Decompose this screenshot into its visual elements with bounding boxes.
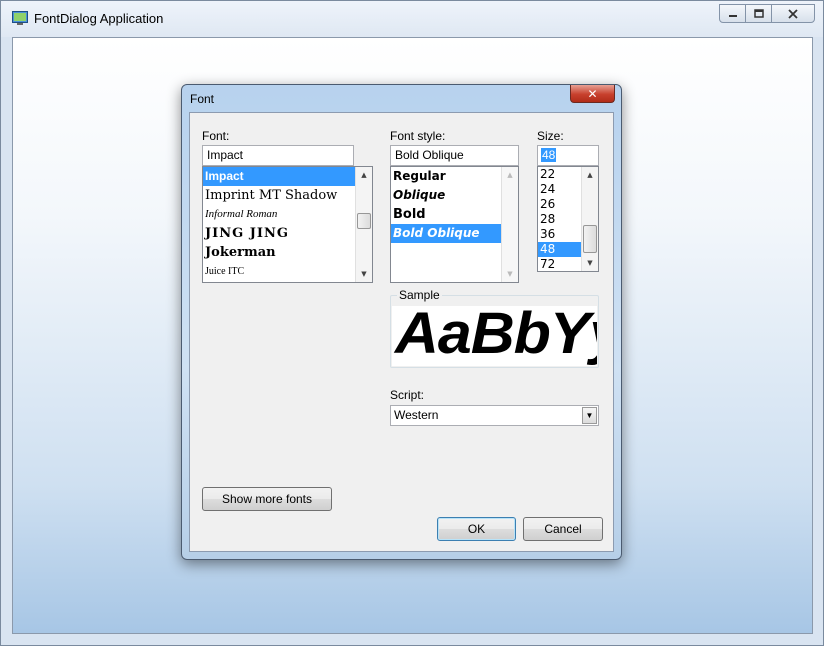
scroll-thumb[interactable] bbox=[583, 225, 597, 253]
ok-button[interactable]: OK bbox=[437, 517, 516, 541]
size-list[interactable]: 22 24 26 28 36 48 72 ▲ ▼ bbox=[537, 166, 599, 272]
maximize-icon[interactable] bbox=[745, 4, 772, 23]
cancel-button[interactable]: Cancel bbox=[523, 517, 603, 541]
dialog-title: Font bbox=[190, 92, 215, 106]
scroll-down-icon[interactable]: ▼ bbox=[356, 266, 372, 282]
close-icon: ✕ bbox=[587, 86, 598, 101]
sample-preview: AaBbYyZz bbox=[392, 306, 597, 366]
chevron-down-icon[interactable]: ▼ bbox=[582, 407, 597, 424]
size-input[interactable]: 48 bbox=[537, 145, 599, 166]
dialog-close-button[interactable]: ✕ bbox=[570, 85, 615, 103]
font-style-input[interactable]: Bold Oblique bbox=[390, 145, 519, 166]
font-style-label: Font style: bbox=[390, 129, 446, 143]
font-dialog: Font ✕ Font: Impact Impact Imprint MT Sh… bbox=[181, 84, 622, 560]
scroll-up-icon[interactable]: ▲ bbox=[356, 167, 372, 183]
size-list-scrollbar[interactable]: ▲ ▼ bbox=[581, 167, 598, 271]
font-list-item[interactable]: Impact bbox=[203, 167, 372, 186]
font-list-item[interactable]: Juice ITC bbox=[203, 262, 372, 281]
font-list-item[interactable]: Imprint MT Shadow bbox=[203, 186, 372, 205]
size-list-item[interactable]: 24 bbox=[538, 182, 582, 197]
sample-group: Sample AaBbYyZz bbox=[390, 288, 599, 368]
font-list-scrollbar[interactable]: ▲ ▼ bbox=[355, 167, 372, 282]
app-titlebar[interactable]: FontDialog Application bbox=[1, 1, 823, 37]
caption-buttons bbox=[719, 4, 815, 23]
font-list-item[interactable]: Informal Roman bbox=[203, 205, 372, 224]
font-style-item[interactable]: Oblique bbox=[391, 186, 502, 205]
font-list[interactable]: Impact Imprint MT Shadow Informal Roman … bbox=[202, 166, 373, 283]
app-title: FontDialog Application bbox=[34, 11, 164, 26]
size-list-item[interactable]: 36 bbox=[538, 227, 582, 242]
font-list-item[interactable]: Jokerman bbox=[203, 243, 372, 262]
scroll-down-icon[interactable]: ▼ bbox=[582, 255, 598, 271]
sample-label: Sample bbox=[397, 288, 442, 302]
minimize-icon[interactable] bbox=[719, 4, 746, 23]
script-select[interactable]: Western ▼ bbox=[390, 405, 599, 426]
dialog-body: Font: Impact Impact Imprint MT Shadow In… bbox=[189, 112, 614, 552]
close-icon[interactable] bbox=[771, 4, 815, 23]
font-list-item[interactable]: JING JING bbox=[203, 224, 372, 243]
show-more-fonts-button[interactable]: Show more fonts bbox=[202, 487, 332, 511]
size-list-item[interactable]: 28 bbox=[538, 212, 582, 227]
app-window-icon bbox=[12, 11, 28, 25]
font-label: Font: bbox=[202, 129, 230, 143]
font-style-list[interactable]: Regular Oblique Bold Bold Oblique ▲ ▼ bbox=[390, 166, 519, 283]
font-style-item[interactable]: Bold Oblique bbox=[391, 224, 502, 243]
font-style-scrollbar: ▲ ▼ bbox=[501, 167, 518, 282]
size-list-item[interactable]: 48 bbox=[538, 242, 582, 257]
script-select-value: Western bbox=[394, 408, 439, 422]
script-label: Script: bbox=[390, 388, 425, 402]
scroll-up-icon[interactable]: ▲ bbox=[582, 167, 598, 183]
size-list-item[interactable]: 72 bbox=[538, 257, 582, 271]
scroll-thumb[interactable] bbox=[357, 213, 371, 229]
size-list-item[interactable]: 26 bbox=[538, 197, 582, 212]
size-label: Size: bbox=[537, 129, 564, 143]
scroll-up-icon: ▲ bbox=[507, 171, 513, 179]
size-input-value: 48 bbox=[541, 148, 557, 162]
font-style-item[interactable]: Regular bbox=[391, 167, 502, 186]
font-name-input[interactable]: Impact bbox=[202, 145, 354, 166]
font-style-item[interactable]: Bold bbox=[391, 205, 502, 224]
scroll-down-icon: ▼ bbox=[507, 270, 513, 278]
sample-text: AaBbYyZz bbox=[395, 306, 597, 366]
size-list-item[interactable]: 22 bbox=[538, 167, 582, 182]
